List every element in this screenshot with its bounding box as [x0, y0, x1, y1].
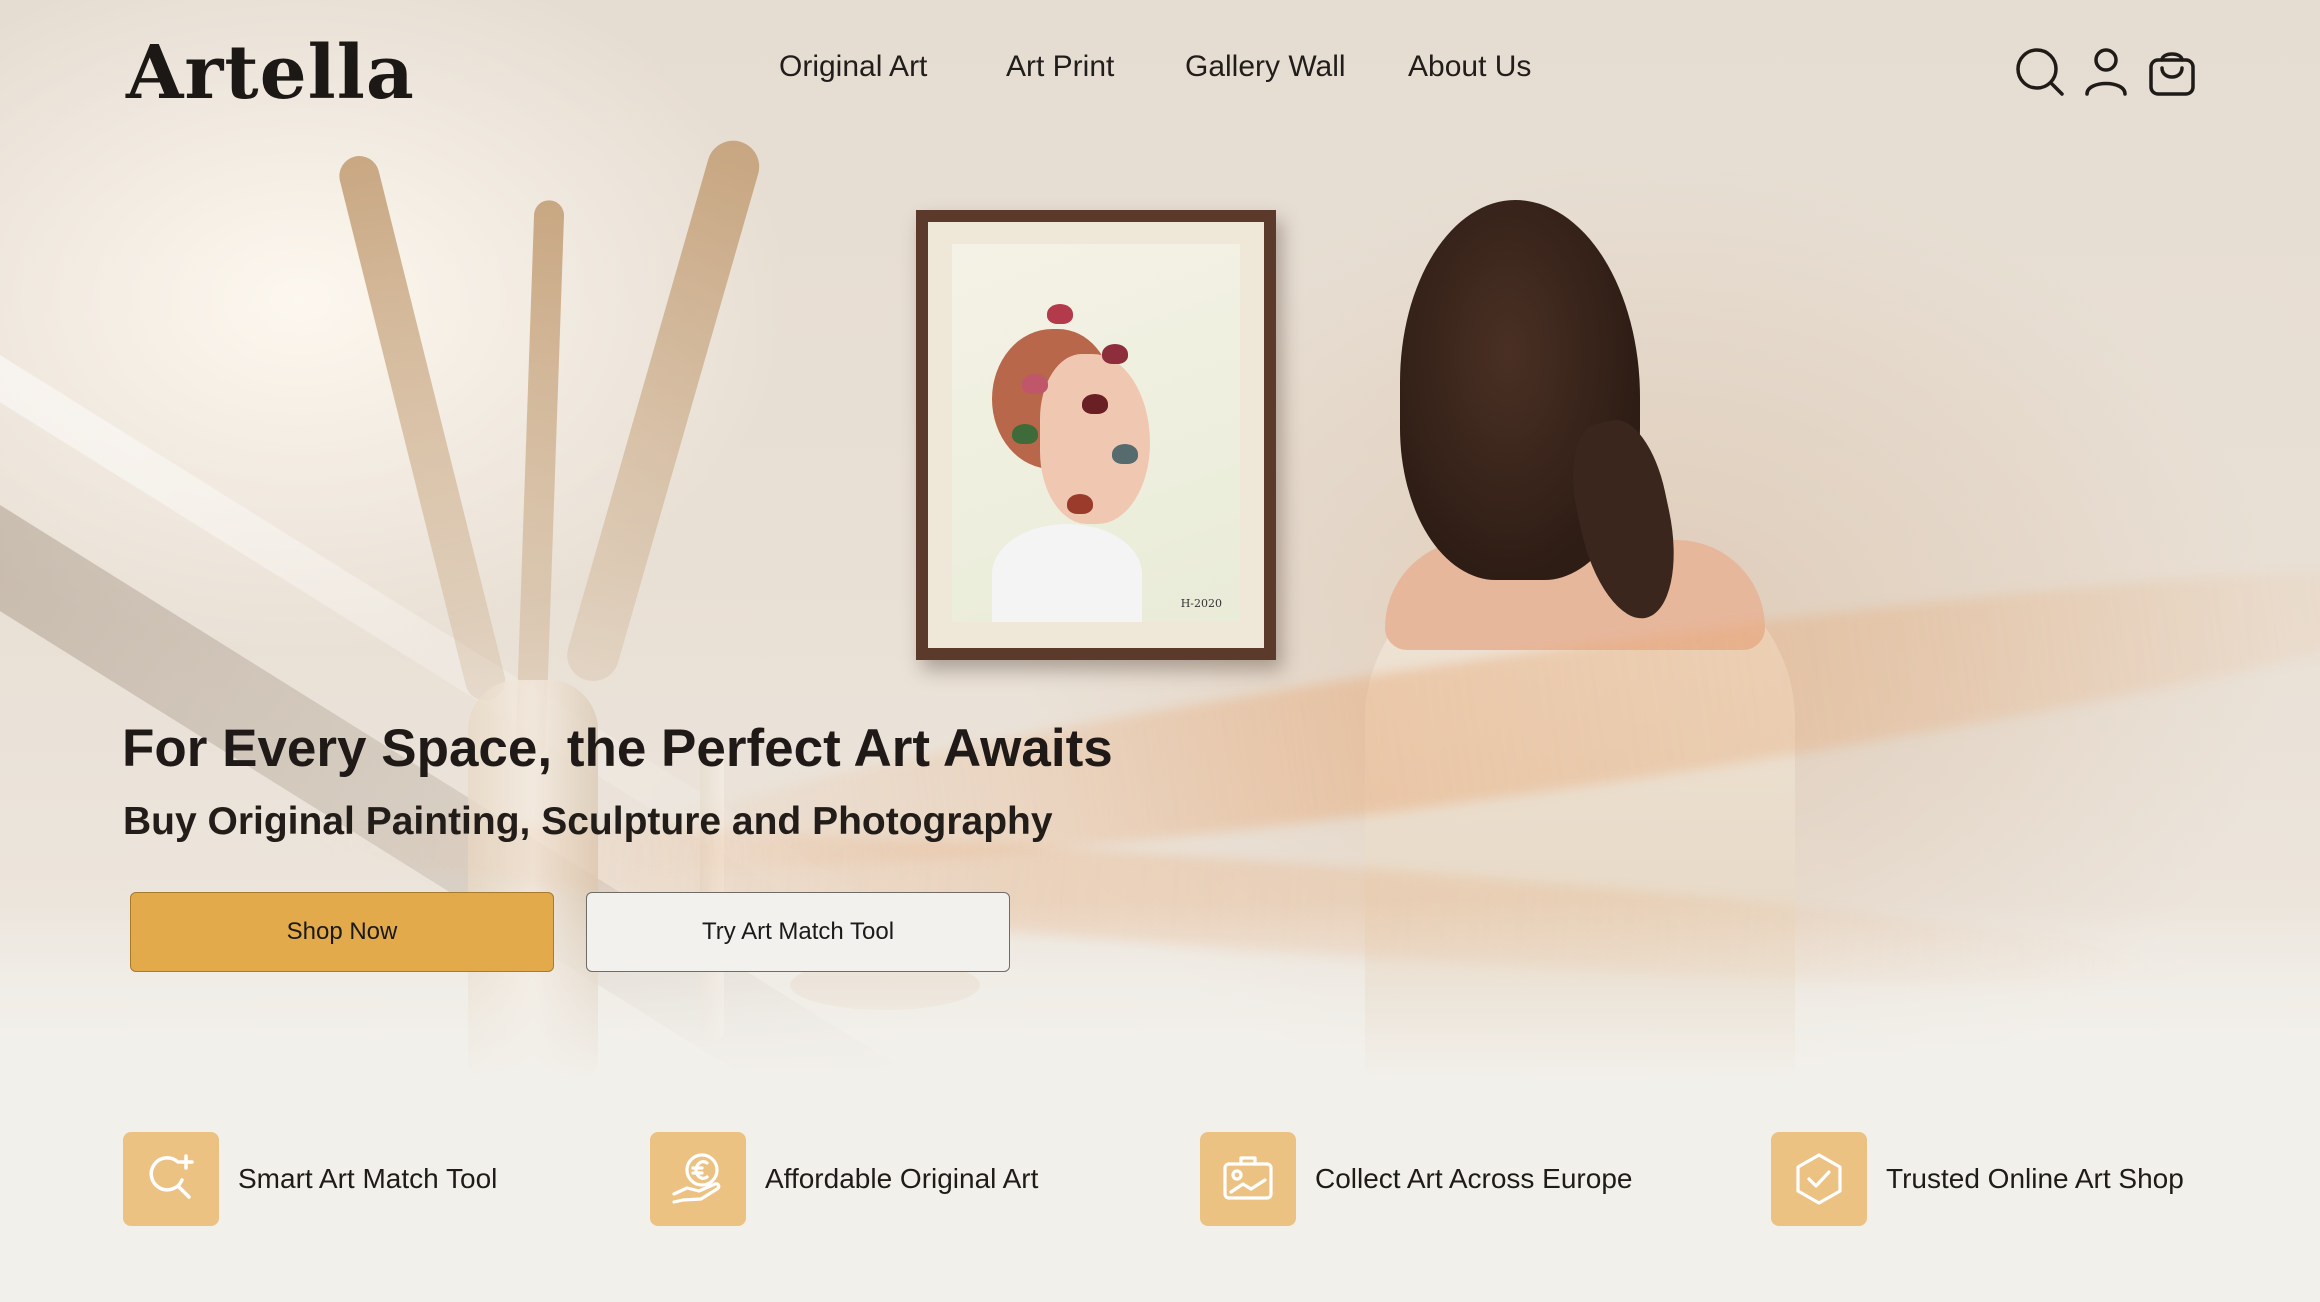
euro-hand-icon — [650, 1132, 746, 1226]
butterfly — [1112, 444, 1138, 464]
feature-label: Trusted Online Art Shop — [1886, 1163, 2184, 1194]
art-match-tool-button[interactable]: Try Art Match Tool — [586, 892, 1010, 972]
nav-item-original-art[interactable]: Original Art — [779, 50, 927, 84]
hero-background: H-2020 — [0, 0, 2320, 1302]
butterfly — [1067, 494, 1093, 514]
nav-item-about-us[interactable]: About Us — [1408, 50, 1531, 84]
verified-shield-icon — [1771, 1132, 1867, 1226]
user-icon[interactable] — [2080, 46, 2132, 98]
hero-headline: For Every Space, the Perfect Art Awaits — [122, 719, 1113, 778]
feature-label: Smart Art Match Tool — [238, 1163, 498, 1194]
shopping-bag-icon[interactable] — [2146, 46, 2198, 98]
butterfly — [1012, 424, 1038, 444]
feature-collect-europe: Collect Art Across Europe — [1200, 1132, 1632, 1226]
feature-affordable-art: Affordable Original Art — [650, 1132, 1038, 1226]
framed-artwork: H-2020 — [916, 210, 1276, 660]
feature-smart-art-match: Smart Art Match Tool — [123, 1132, 497, 1226]
sparkle-search-icon — [123, 1132, 219, 1226]
search-icon[interactable] — [2014, 46, 2066, 98]
nav-item-art-print[interactable]: Art Print — [1006, 50, 1114, 84]
shop-now-button[interactable]: Shop Now — [130, 892, 554, 972]
portrait-shirt — [992, 524, 1142, 622]
feature-trusted-shop: Trusted Online Art Shop — [1771, 1132, 2184, 1226]
image-card-icon — [1200, 1132, 1296, 1226]
portrait-face — [1040, 354, 1150, 524]
butterfly — [1047, 304, 1073, 324]
butterfly — [1022, 374, 1048, 394]
feature-label: Collect Art Across Europe — [1315, 1163, 1633, 1194]
feature-label: Affordable Original Art — [765, 1163, 1039, 1194]
butterfly — [1102, 344, 1128, 364]
pampas-grass — [561, 134, 766, 688]
artwork-painting: H-2020 — [952, 244, 1240, 622]
hero-subheadline: Buy Original Painting, Sculpture and Pho… — [123, 800, 1053, 843]
artwork-signature: H-2020 — [1180, 597, 1222, 610]
main-nav: Original Art Art Print Gallery Wall Abou… — [0, 50, 2320, 94]
butterfly — [1082, 394, 1108, 414]
nav-item-gallery-wall[interactable]: Gallery Wall — [1185, 50, 1346, 84]
pampas-grass — [515, 199, 565, 761]
artwork-mat: H-2020 — [928, 222, 1264, 648]
